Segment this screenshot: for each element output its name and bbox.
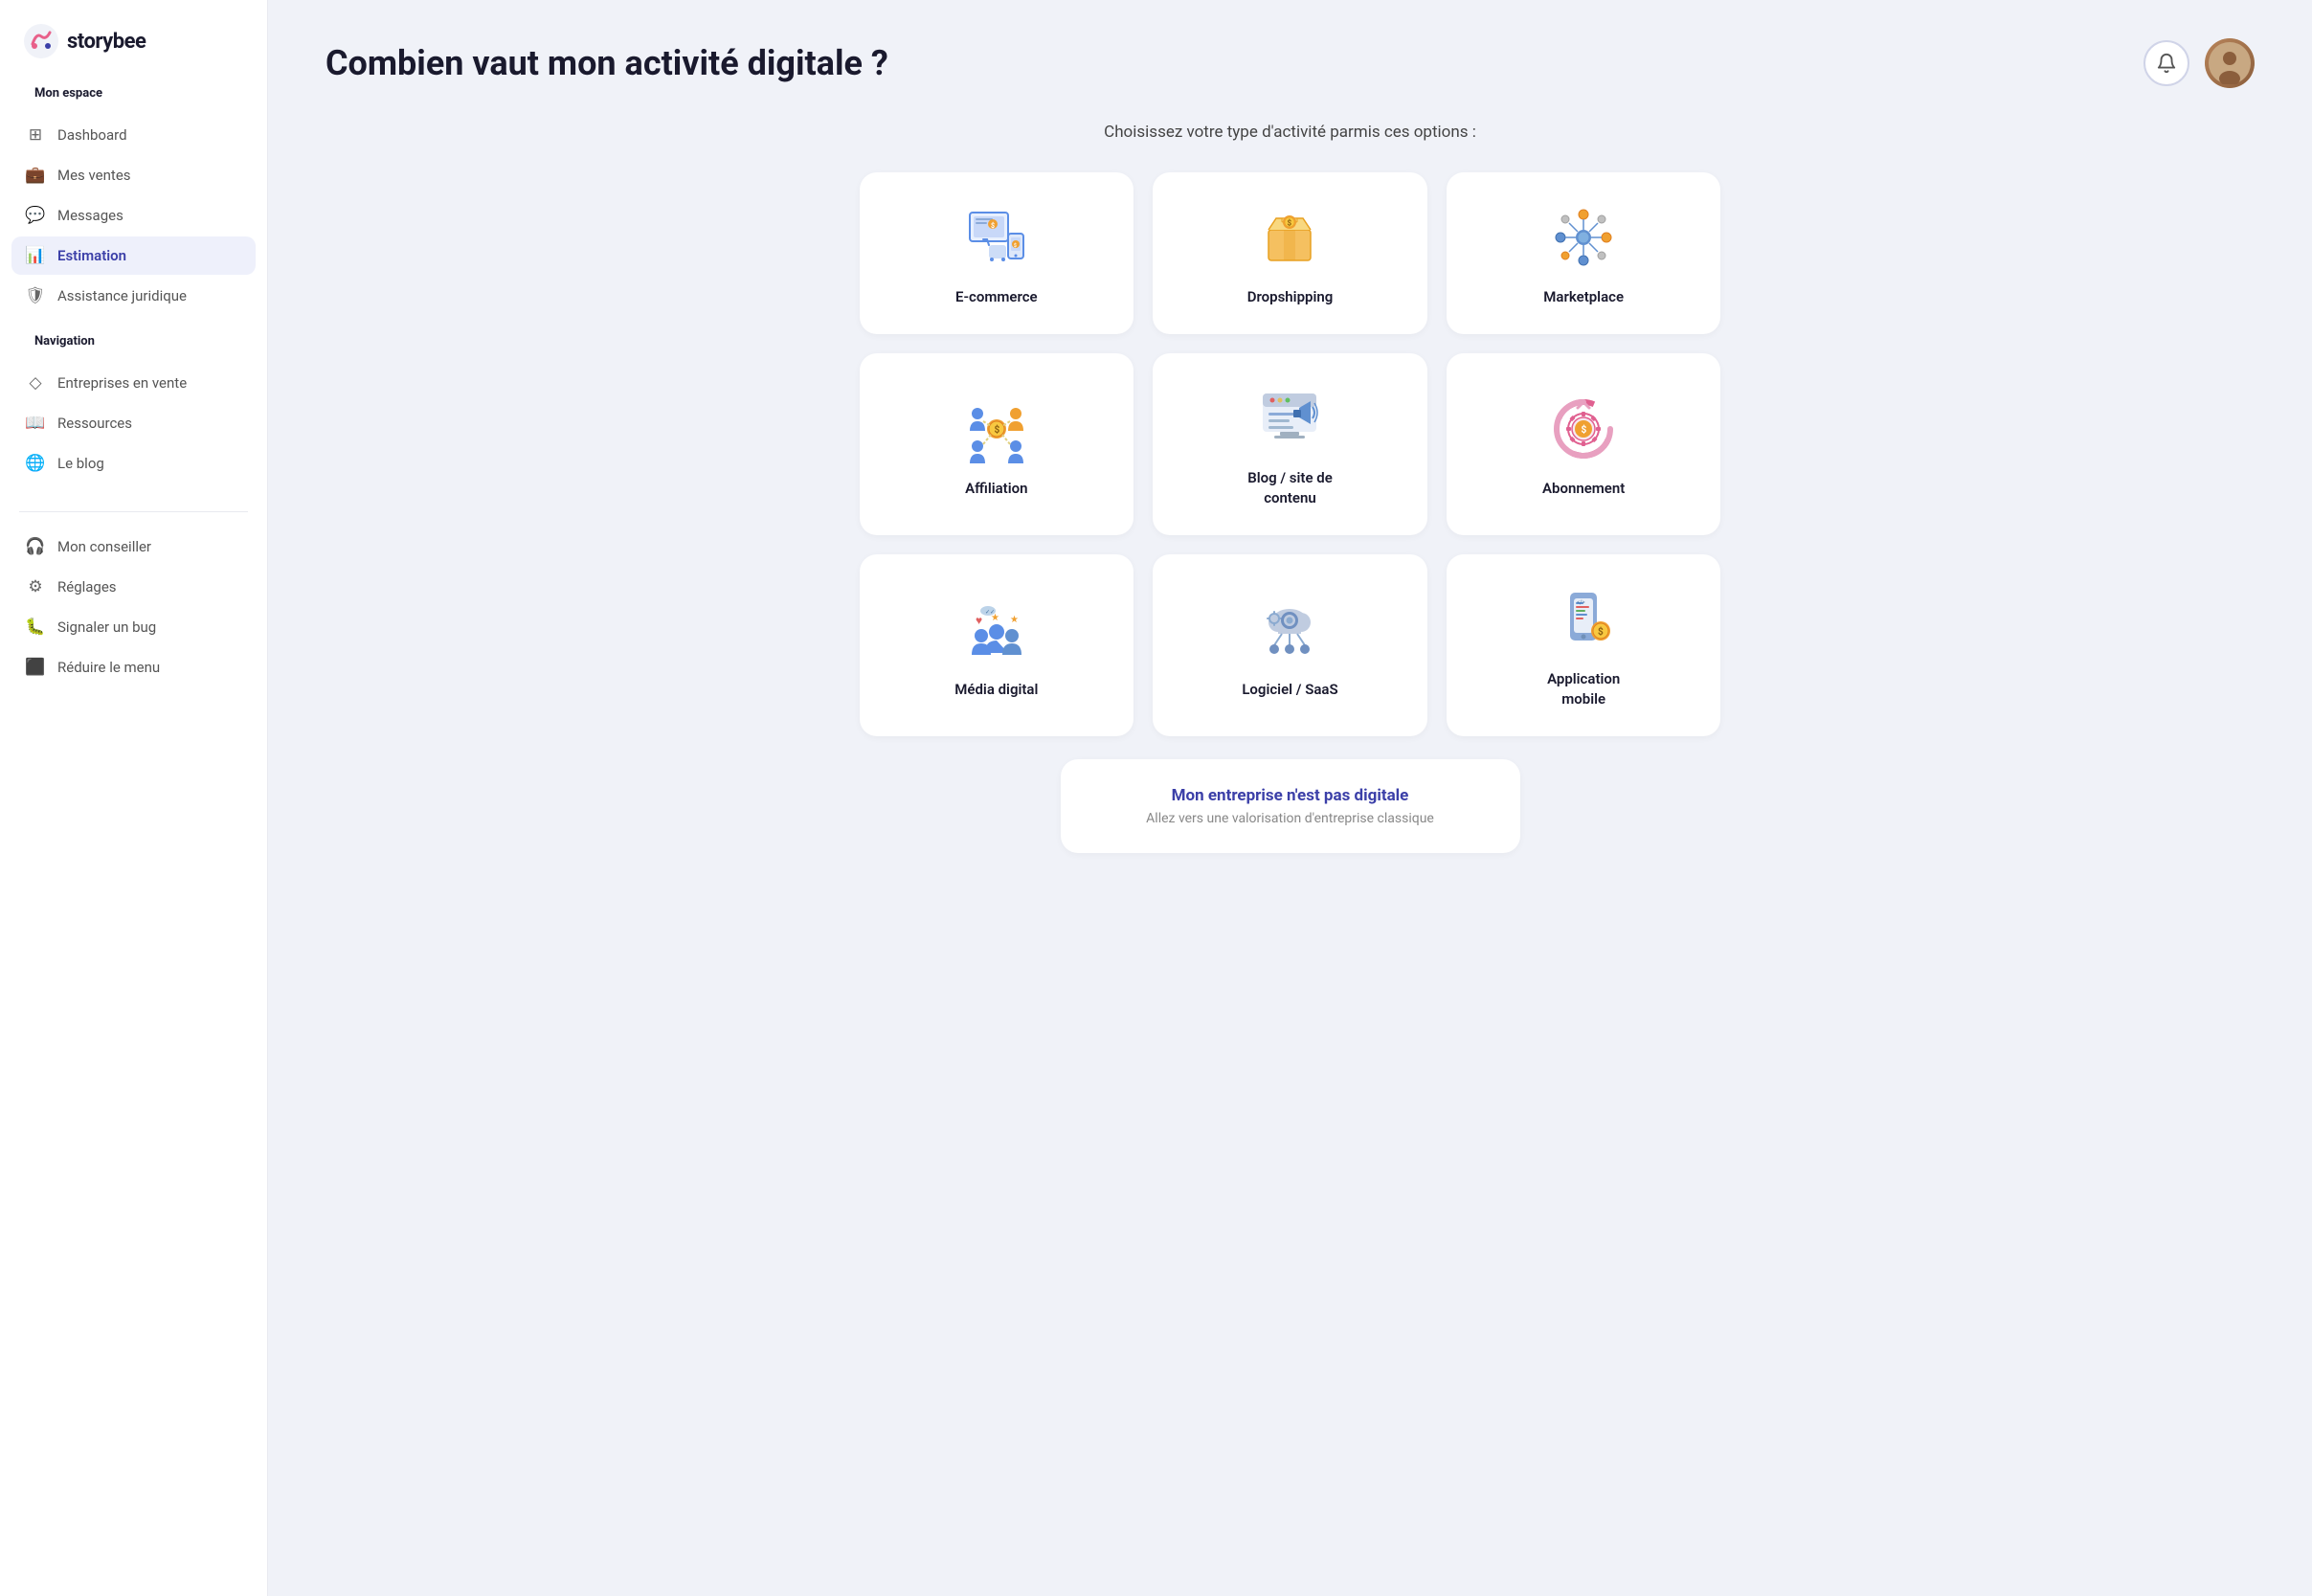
marketplace-card-icon <box>1549 203 1618 272</box>
abonnement-card-icon: $ <box>1549 394 1618 463</box>
sidebar-item-bug[interactable]: 🐛 Signaler un bug <box>11 608 256 646</box>
sidebar-item-estimation[interactable]: 📊 Estimation <box>11 236 256 275</box>
sidebar-item-conseiller[interactable]: 🎧 Mon conseiller <box>11 528 256 566</box>
navigation-nav: ◇ Entreprises en vente 📖 Ressources 🌐 Le… <box>0 364 267 483</box>
sidebar-item-label: Entreprises en vente <box>57 374 187 392</box>
abonnement-label: Abonnement <box>1542 479 1625 499</box>
main-header: Combien vaut mon activité digitale ? <box>325 38 2255 88</box>
sidebar-item-label: Mon conseiller <box>57 538 151 555</box>
sidebar-item-label: Réduire le menu <box>57 659 160 676</box>
sidebar-item-ressources[interactable]: 📖 Ressources <box>11 404 256 442</box>
mon-espace-section-title: Mon espace <box>11 86 256 112</box>
card-logiciel[interactable]: Logiciel / SaaS <box>1153 554 1427 736</box>
bell-icon <box>2156 53 2177 74</box>
page-subtitle: Choisissez votre type d'activité parmis … <box>325 123 2255 142</box>
activity-grid: $ $ E-commerce <box>860 172 1721 736</box>
bottom-nav: 🎧 Mon conseiller ⚙ Réglages 🐛 Signaler u… <box>0 528 267 686</box>
globe-icon: 🌐 <box>25 454 46 473</box>
avatar-image <box>2205 38 2255 88</box>
app-label: Application mobile <box>1547 669 1620 709</box>
sidebar: storybee Mon espace ⊞ Dashboard 💼 Mes ve… <box>0 0 268 1596</box>
sidebar-divider <box>19 511 248 512</box>
sidebar-item-blog[interactable]: 🌐 Le blog <box>11 444 256 483</box>
logiciel-label: Logiciel / SaaS <box>1242 680 1337 700</box>
bug-icon: 🐛 <box>25 618 46 637</box>
card-media[interactable]: ♥ ★ ★ ✓✓ Média digital <box>860 554 1134 736</box>
sidebar-item-label: Signaler un bug <box>57 618 156 636</box>
card-ecommerce[interactable]: $ $ E-commerce <box>860 172 1134 334</box>
sidebar-item-dashboard[interactable]: ⊞ Dashboard <box>11 116 256 154</box>
logiciel-card-icon <box>1255 596 1324 664</box>
affiliation-label: Affiliation <box>965 479 1027 499</box>
header-actions <box>2144 38 2255 88</box>
sidebar-item-entreprises[interactable]: ◇ Entreprises en vente <box>11 364 256 402</box>
mon-espace-nav: ⊞ Dashboard 💼 Mes ventes 💬 Messages 📊 Es… <box>0 116 267 315</box>
storybee-logo-icon <box>23 23 59 59</box>
svg-text:$: $ <box>991 222 995 230</box>
sidebar-item-label: Réglages <box>57 578 117 596</box>
sidebar-item-reglages[interactable]: ⚙ Réglages <box>11 568 256 606</box>
headset-icon: 🎧 <box>25 537 46 556</box>
sidebar-item-label: Mes ventes <box>57 167 131 184</box>
svg-text:$: $ <box>994 423 999 436</box>
svg-text:$: $ <box>1288 219 1292 228</box>
sidebar-item-assistance[interactable]: 🛡 Assistance juridique <box>11 277 256 315</box>
tag-icon: ◇ <box>25 373 46 393</box>
card-app[interactable]: </> $ Application mobile <box>1447 554 1721 736</box>
navigation-section-title: Navigation <box>11 334 256 360</box>
main-content: Combien vaut mon activité digitale ? <box>268 0 2312 1596</box>
media-label: Média digital <box>954 680 1038 700</box>
svg-text:$: $ <box>1014 242 1017 249</box>
svg-text:$: $ <box>1598 625 1604 638</box>
ecommerce-card-icon: $ $ <box>962 203 1031 272</box>
legal-icon: 🛡 <box>25 286 46 305</box>
card-affiliation[interactable]: $ <box>860 353 1134 535</box>
blog-card-icon <box>1255 384 1324 453</box>
estimation-icon: 📊 <box>25 246 46 265</box>
notification-bell-button[interactable] <box>2144 40 2189 86</box>
sidebar-item-messages[interactable]: 💬 Messages <box>11 196 256 235</box>
media-card-icon: ♥ ★ ★ ✓✓ <box>962 596 1031 664</box>
sales-icon: 💼 <box>25 166 46 185</box>
sidebar-item-mes-ventes[interactable]: 💼 Mes ventes <box>11 156 256 194</box>
messages-icon: 💬 <box>25 206 46 225</box>
card-abonnement[interactable]: $ Abonnement <box>1447 353 1721 535</box>
bottom-card[interactable]: Mon entreprise n'est pas digitale Allez … <box>1061 759 1520 853</box>
svg-text:</>: </> <box>1577 599 1585 606</box>
sidebar-item-label: Estimation <box>57 247 126 264</box>
book-icon: 📖 <box>25 414 46 433</box>
card-marketplace[interactable]: Marketplace <box>1447 172 1721 334</box>
page-title: Combien vaut mon activité digitale ? <box>325 43 888 83</box>
reduce-icon: ⬛ <box>25 658 46 677</box>
logo-text: storybee <box>67 30 146 54</box>
dropshipping-label: Dropshipping <box>1247 287 1334 307</box>
user-avatar[interactable] <box>2205 38 2255 88</box>
dropshipping-card-icon: $ <box>1255 203 1324 272</box>
bottom-card-subtitle: Allez vers une valorisation d'entreprise… <box>1091 811 1490 826</box>
card-dropshipping[interactable]: $ Dropshipping <box>1153 172 1427 334</box>
dashboard-icon: ⊞ <box>25 125 46 145</box>
blog-label: Blog / site de contenu <box>1247 468 1333 508</box>
sidebar-item-label: Dashboard <box>57 126 127 144</box>
bottom-card-title: Mon entreprise n'est pas digitale <box>1091 786 1490 805</box>
sidebar-item-label: Messages <box>57 207 123 224</box>
sidebar-item-label: Ressources <box>57 415 132 432</box>
marketplace-label: Marketplace <box>1543 287 1624 307</box>
app-card-icon: </> $ <box>1549 585 1618 654</box>
card-blog[interactable]: Blog / site de contenu <box>1153 353 1427 535</box>
sidebar-item-reduire[interactable]: ⬛ Réduire le menu <box>11 648 256 686</box>
sidebar-item-label: Assistance juridique <box>57 287 187 304</box>
svg-text:✓✓: ✓✓ <box>985 609 995 616</box>
svg-text:★: ★ <box>1010 615 1019 625</box>
settings-icon: ⚙ <box>25 577 46 596</box>
svg-text:♥: ♥ <box>976 614 982 627</box>
svg-text:$: $ <box>1582 423 1587 436</box>
sidebar-item-label: Le blog <box>57 455 104 472</box>
affiliation-card-icon: $ <box>962 394 1031 463</box>
ecommerce-label: E-commerce <box>955 287 1038 307</box>
logo-area: storybee <box>0 23 267 86</box>
